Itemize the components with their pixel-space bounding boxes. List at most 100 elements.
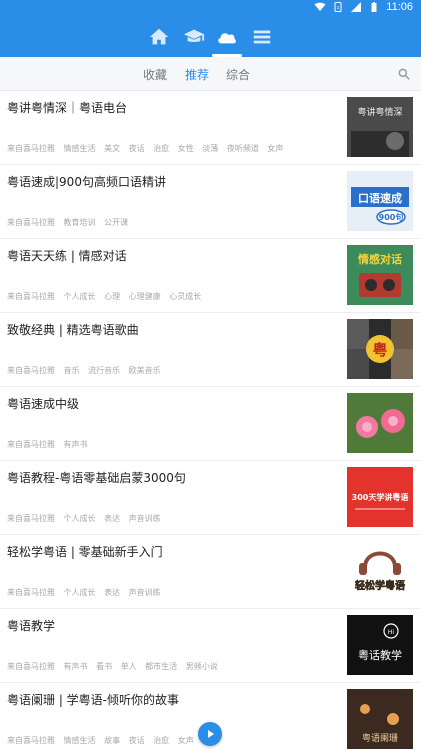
item-tag: 有声书 <box>63 440 88 449</box>
item-meta: 来自喜马拉雅 个人成长 表达 声音训练 <box>7 513 161 524</box>
item-tag: 都市生活 <box>145 662 178 671</box>
item-title: 粤语教学 <box>7 619 56 633</box>
thumb-text: 轻松学粤语 <box>355 579 405 592</box>
item-tag: 声音训练 <box>128 514 161 523</box>
item-title: 致敬经典 | 精选粤语歌曲 <box>7 323 139 337</box>
item-thumbnail: 粤 <box>347 319 413 379</box>
item-tag: 声音训练 <box>128 588 161 597</box>
search-icon[interactable] <box>397 66 411 80</box>
cloud-icon[interactable] <box>216 26 238 48</box>
item-tag: 流行音乐 <box>88 366 121 375</box>
item-title: 粤语教程-粤语零基础启蒙3000句 <box>7 471 186 485</box>
battery-icon <box>368 1 380 13</box>
item-meta: 来自喜马拉雅 情感生活 美文 夜话 治愈 女性 淡薄 夜听频道 女声 <box>7 143 283 154</box>
item-title: 粤语阑珊 | 学粤语-倾听你的故事 <box>7 693 180 707</box>
item-source: 来自喜马拉雅 <box>7 366 55 375</box>
item-tag: 表达 <box>104 514 121 523</box>
item-title: 粤语天天练 | 情感对话 <box>7 249 127 263</box>
item-tag: 女声 <box>177 736 194 745</box>
status-bar: 1 11:06 <box>0 0 421 17</box>
item-title: 粤讲粤情深｜粤语电台 <box>7 101 128 115</box>
sub-tabs: 收藏 推荐 综合 <box>0 57 421 91</box>
item-source: 来自喜马拉雅 <box>7 662 55 671</box>
item-meta: 来自喜马拉雅 音乐 流行音乐 欧美音乐 <box>7 365 161 376</box>
status-icons: 1 11:06 <box>314 1 413 13</box>
item-tag: 夜听频道 <box>226 144 259 153</box>
signal-icon <box>350 1 362 13</box>
item-tag: 表达 <box>104 588 121 597</box>
item-tag: 治愈 <box>153 144 170 153</box>
list-item[interactable]: 粤语教程-粤语零基础启蒙3000句 来自喜马拉雅 个人成长 表达 声音训练 30… <box>0 461 421 535</box>
item-tag: 单人 <box>120 662 137 671</box>
item-title: 轻松学粤语 | 零基础新手入门 <box>7 545 163 559</box>
item-thumbnail: 轻松学粤语 <box>347 541 413 601</box>
album-list: 粤讲粤情深｜粤语电台 来自喜马拉雅 情感生活 美文 夜话 治愈 女性 淡薄 夜听… <box>0 91 421 750</box>
list-item[interactable]: 致敬经典 | 精选粤语歌曲 来自喜马拉雅 音乐 流行音乐 欧美音乐 粤 <box>0 313 421 387</box>
item-tag: 女性 <box>177 144 194 153</box>
item-source: 来自喜马拉雅 <box>7 736 55 745</box>
list-item[interactable]: 粤语天天练 | 情感对话 来自喜马拉雅 个人成长 心理 心理健康 心灵成长 情感… <box>0 239 421 313</box>
status-time: 11:06 <box>386 1 413 13</box>
item-meta: 来自喜马拉雅 情感生活 故事 夜话 治愈 女声 <box>7 735 194 746</box>
item-tag: 个人成长 <box>63 292 96 301</box>
item-source: 来自喜马拉雅 <box>7 588 55 597</box>
item-tag: 夜话 <box>128 144 145 153</box>
thumb-text: 口语速成 <box>358 191 402 205</box>
list-item[interactable]: 粤语速成|900句高频口语精讲 来自喜马拉雅 教育培训 公开课 口语速成 900… <box>0 165 421 239</box>
item-title: 粤语速成中级 <box>7 397 80 411</box>
play-icon <box>208 730 214 738</box>
item-tag: 美文 <box>104 144 121 153</box>
item-tag: 男频小说 <box>185 662 218 671</box>
item-thumbnail: Hi 粤话教学 <box>347 615 413 675</box>
list-item[interactable]: 粤语速成中级 来自喜马拉雅 有声书 <box>0 387 421 461</box>
item-tag: 看书 <box>96 662 113 671</box>
item-tag: 女声 <box>267 144 284 153</box>
item-meta: 来自喜马拉雅 教育培训 公开课 <box>7 217 128 228</box>
tab-general[interactable]: 综合 <box>226 66 250 83</box>
home-icon[interactable] <box>148 26 170 48</box>
item-tag: 淡薄 <box>202 144 219 153</box>
sim-icon: 1 <box>332 1 344 13</box>
list-icon[interactable] <box>251 26 273 48</box>
graduation-cap-icon[interactable] <box>183 26 205 48</box>
thumb-text: 300天学讲粤语 <box>352 492 409 502</box>
item-tag: 心灵成长 <box>169 292 202 301</box>
thumb-text: 情感对话 <box>358 252 402 266</box>
item-tag: 心理健康 <box>128 292 161 301</box>
item-tag: 音乐 <box>63 366 80 375</box>
thumb-text: 粤 <box>372 341 387 359</box>
item-meta: 来自喜马拉雅 个人成长 表达 声音训练 <box>7 587 161 598</box>
item-source: 来自喜马拉雅 <box>7 144 55 153</box>
item-thumbnail: 情感对话 <box>347 245 413 305</box>
item-source: 来自喜马拉雅 <box>7 440 55 449</box>
item-title: 粤语速成|900句高频口语精讲 <box>7 175 166 189</box>
item-tag: 心理 <box>104 292 121 301</box>
item-tag: 个人成长 <box>63 588 96 597</box>
item-thumbnail: 粤讲粤情深 <box>347 97 413 157</box>
item-thumbnail <box>347 393 413 453</box>
item-thumbnail: 口语速成 900句 <box>347 171 413 231</box>
item-tag: 公开课 <box>104 218 129 227</box>
item-meta: 来自喜马拉雅 有声书 看书 单人 都市生活 男频小说 <box>7 661 218 672</box>
item-tag: 情感生活 <box>63 144 96 153</box>
list-item[interactable]: 轻松学粤语 | 零基础新手入门 来自喜马拉雅 个人成长 表达 声音训练 轻松学粤… <box>0 535 421 609</box>
item-tag: 个人成长 <box>63 514 96 523</box>
item-tag: 故事 <box>104 736 121 745</box>
svg-text:Hi: Hi <box>388 629 395 636</box>
list-item[interactable]: 粤讲粤情深｜粤语电台 来自喜马拉雅 情感生活 美文 夜话 治愈 女性 淡薄 夜听… <box>0 91 421 165</box>
wifi-icon <box>314 1 326 13</box>
item-source: 来自喜马拉雅 <box>7 292 55 301</box>
list-item[interactable]: 粤语教学 来自喜马拉雅 有声书 看书 单人 都市生活 男频小说 Hi 粤话教学 <box>0 609 421 683</box>
tab-recommended[interactable]: 推荐 <box>185 66 209 83</box>
thumb-text: 粤话教学 <box>358 648 402 662</box>
item-tag: 欧美音乐 <box>128 366 161 375</box>
tab-favorites[interactable]: 收藏 <box>143 66 167 83</box>
thumb-text: 粤语阑珊 <box>362 732 398 744</box>
play-button[interactable] <box>198 722 222 746</box>
item-thumbnail: 粤语阑珊 <box>347 689 413 749</box>
item-tag: 有声书 <box>63 662 88 671</box>
item-tag: 夜话 <box>128 736 145 745</box>
item-meta: 来自喜马拉雅 个人成长 心理 心理健康 心灵成长 <box>7 291 201 302</box>
svg-text:1: 1 <box>337 5 340 10</box>
svg-text:900句: 900句 <box>379 212 404 222</box>
